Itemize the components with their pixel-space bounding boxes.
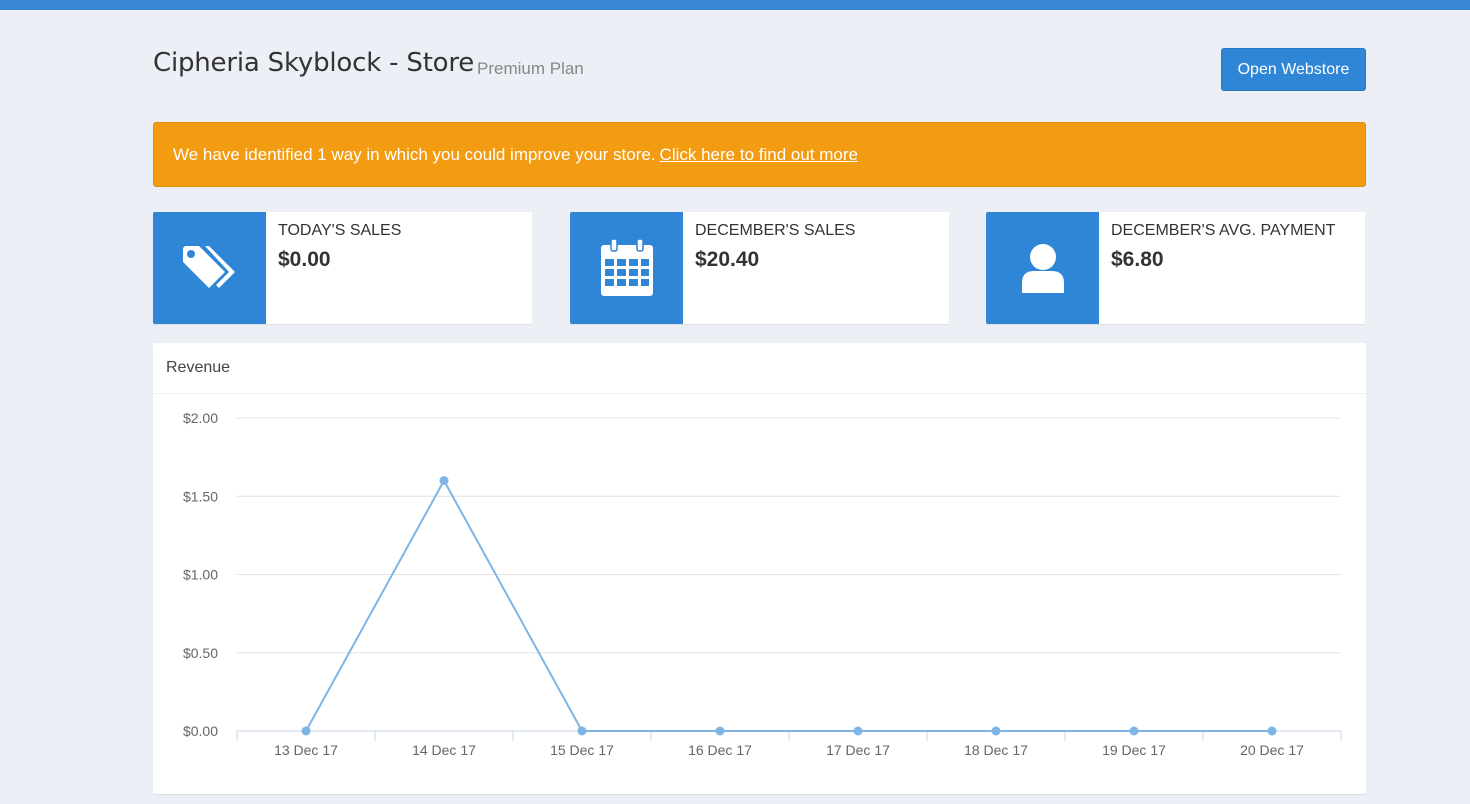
- x-tick-label: 13 Dec 17: [274, 742, 338, 758]
- december-avg-payment-card: DECEMBER'S AVG. PAYMENT $6.80: [986, 212, 1365, 324]
- revenue-panel-title: Revenue: [153, 343, 1366, 394]
- data-point: [1267, 726, 1277, 736]
- december-sales-card: DECEMBER'S SALES $20.40: [570, 212, 949, 324]
- top-accent-bar: [0, 0, 1470, 10]
- data-point: [715, 726, 725, 736]
- x-tick-label: 16 Dec 17: [688, 742, 752, 758]
- plan-label: Premium Plan: [477, 59, 584, 78]
- y-tick-label: $2.00: [183, 410, 218, 426]
- revenue-panel: Revenue $0.00 $0.50 $1.00 $1.50 $2.00 13 Dec …: [153, 343, 1366, 794]
- y-tick-label: $1.50: [183, 488, 218, 504]
- data-point: [577, 726, 587, 736]
- alert-text: We have identified 1 way in which you co…: [173, 144, 656, 164]
- tags-icon: [153, 212, 266, 324]
- x-tick-label: 15 Dec 17: [550, 742, 614, 758]
- open-webstore-button[interactable]: Open Webstore: [1221, 48, 1366, 91]
- calendar-icon: [570, 212, 683, 324]
- y-tick-label: $0.00: [183, 723, 218, 739]
- revenue-chart: $0.00 $0.50 $1.00 $1.50 $2.00 13 Dec 17 14 Dec…: [183, 410, 1342, 758]
- x-tick-label: 20 Dec 17: [1240, 742, 1304, 758]
- improvement-alert: We have identified 1 way in which you co…: [153, 122, 1366, 187]
- stat-label: DECEMBER'S SALES: [695, 222, 856, 239]
- x-tick-label: 18 Dec 17: [964, 742, 1028, 758]
- stat-value: $6.80: [1111, 248, 1164, 271]
- y-tick-label: $1.00: [183, 567, 218, 583]
- data-point: [1129, 726, 1139, 736]
- x-tick-label: 14 Dec 17: [412, 742, 476, 758]
- page-title: Cipheria Skyblock - Store: [153, 48, 475, 78]
- user-icon: [986, 212, 1099, 324]
- data-point: [439, 476, 449, 486]
- y-tick-label: $0.50: [183, 645, 218, 661]
- stat-label: TODAY'S SALES: [278, 222, 402, 239]
- data-point: [991, 726, 1001, 736]
- x-tick-label: 17 Dec 17: [826, 742, 890, 758]
- revenue-series-line: [305, 478, 1272, 732]
- stat-value: $20.40: [695, 248, 760, 271]
- data-point: [301, 726, 311, 736]
- stat-value: $0.00: [278, 248, 331, 271]
- x-tick-label: 19 Dec 17: [1102, 742, 1166, 758]
- todays-sales-card: TODAY'S SALES $0.00: [153, 212, 532, 324]
- stat-label: DECEMBER'S AVG. PAYMENT: [1111, 222, 1336, 239]
- data-point: [853, 726, 863, 736]
- alert-link[interactable]: Click here to find out more: [660, 145, 858, 165]
